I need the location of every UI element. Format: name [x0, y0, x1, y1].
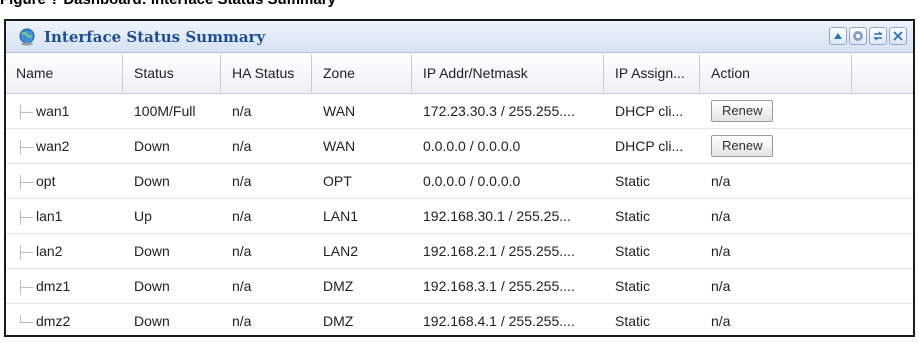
cell-action: n/a	[701, 198, 853, 234]
interface-name: wan2	[36, 138, 70, 154]
cell-ip: 192.168.4.1 / 255.255....	[413, 303, 605, 335]
close-icon[interactable]	[889, 27, 907, 45]
table-row[interactable]: ├─ wan1 100M/Full n/a WAN 172.23.30.3 / 255.2…	[6, 93, 913, 129]
collapse-icon[interactable]	[829, 27, 847, 45]
table-header-row: Name Status HA Status Zone IP Addr/Netma…	[6, 53, 913, 94]
table-row[interactable]: ├─ dmz1 Down n/a DMZ 192.168.3.1 / 255.255...…	[6, 268, 913, 304]
cell-zone: WAN	[313, 128, 413, 164]
cell-filler	[853, 163, 913, 199]
column-header-ip-assign[interactable]: IP Assign...	[605, 53, 701, 94]
interface-status-widget: Interface Status Summary Name Status HA …	[4, 19, 915, 337]
widget-title: Interface Status Summary	[44, 28, 266, 46]
cell-action: Renew	[701, 93, 853, 129]
cell-ha-status: n/a	[222, 268, 313, 304]
cell-filler	[853, 128, 913, 164]
column-header-status[interactable]: Status	[124, 53, 222, 94]
tree-connector-icon: ├─	[16, 175, 34, 189]
cell-name: ├─ wan2	[6, 128, 124, 164]
tree-connector-icon: ├─	[16, 210, 34, 224]
cell-filler	[853, 93, 913, 129]
cell-status: Up	[124, 198, 222, 234]
renew-button[interactable]: Renew	[711, 135, 774, 157]
interface-name: lan1	[36, 208, 63, 224]
column-header-action[interactable]: Action	[701, 53, 853, 94]
cell-status: 100M/Full	[124, 93, 222, 129]
column-header-ha-status[interactable]: HA Status	[222, 53, 313, 94]
cell-ha-status: n/a	[222, 163, 313, 199]
cell-ip: 172.23.30.3 / 255.255....	[413, 93, 605, 129]
cell-action: n/a	[701, 233, 853, 269]
column-header-filler	[853, 53, 913, 94]
column-header-name[interactable]: Name	[6, 53, 124, 94]
cell-name: └─ dmz2	[6, 303, 124, 335]
cell-name: ├─ opt	[6, 163, 124, 199]
interface-name: opt	[36, 173, 56, 189]
interface-table: Name Status HA Status Zone IP Addr/Netma…	[6, 53, 913, 335]
cell-action: n/a	[701, 303, 853, 335]
cell-ip-assign: Static	[605, 233, 701, 269]
cell-status: Down	[124, 163, 222, 199]
cell-filler	[853, 268, 913, 304]
cell-status: Down	[124, 268, 222, 304]
cell-ha-status: n/a	[222, 198, 313, 234]
cell-ha-status: n/a	[222, 233, 313, 269]
cell-ip-assign: Static	[605, 303, 701, 335]
cell-ha-status: n/a	[222, 303, 313, 335]
cell-ip: 192.168.2.1 / 255.255....	[413, 233, 605, 269]
cell-filler	[853, 303, 913, 335]
cell-action: n/a	[701, 268, 853, 304]
cell-ha-status: n/a	[222, 93, 313, 129]
globe-icon	[19, 28, 35, 46]
cell-ip: 192.168.30.1 / 255.25...	[413, 198, 605, 234]
cell-zone: LAN2	[313, 233, 413, 269]
widget-controls	[829, 27, 907, 45]
cell-name: ├─ wan1	[6, 93, 124, 129]
cell-action: Renew	[701, 128, 853, 164]
cell-ip-assign: Static	[605, 163, 701, 199]
cell-zone: OPT	[313, 163, 413, 199]
interface-name: dmz1	[36, 278, 71, 294]
tree-connector-icon: ├─	[16, 140, 34, 154]
table-row[interactable]: ├─ lan1 Up n/a LAN1 192.168.30.1 / 255.25... S…	[6, 198, 913, 234]
column-header-ip[interactable]: IP Addr/Netmask	[413, 53, 605, 94]
cell-ip-assign: Static	[605, 268, 701, 304]
cell-ip: 0.0.0.0 / 0.0.0.0	[413, 128, 605, 164]
table-row[interactable]: ├─ lan2 Down n/a LAN2 192.168.2.1 / 255.255..…	[6, 233, 913, 269]
cell-name: ├─ lan1	[6, 198, 124, 234]
table-row[interactable]: ├─ wan2 Down n/a WAN 0.0.0.0 / 0.0.0.0 DHCP cl…	[6, 128, 913, 164]
cell-ip-assign: DHCP cli...	[605, 128, 701, 164]
cell-filler	[853, 233, 913, 269]
cell-zone: LAN1	[313, 198, 413, 234]
widget-titlebar: Interface Status Summary	[6, 21, 913, 53]
settings-icon[interactable]	[849, 27, 867, 45]
figure-caption: Figure ? Dashboard: Interface Status Sum…	[0, 0, 336, 11]
cell-zone: DMZ	[313, 303, 413, 335]
cell-ip-assign: Static	[605, 198, 701, 234]
cell-name: ├─ lan2	[6, 233, 124, 269]
cell-status: Down	[124, 303, 222, 335]
column-header-zone[interactable]: Zone	[313, 53, 413, 94]
interface-name: wan1	[36, 103, 70, 119]
interface-name: lan2	[36, 243, 63, 259]
table-row[interactable]: └─ dmz2 Down n/a DMZ 192.168.4.1 / 255.255...…	[6, 303, 913, 335]
cell-zone: WAN	[313, 93, 413, 129]
cell-zone: DMZ	[313, 268, 413, 304]
cell-filler	[853, 198, 913, 234]
cell-ip: 0.0.0.0 / 0.0.0.0	[413, 163, 605, 199]
cell-ip: 192.168.3.1 / 255.255....	[413, 268, 605, 304]
tree-connector-icon: └─	[16, 315, 34, 329]
tree-connector-icon: ├─	[16, 105, 34, 119]
refresh-icon[interactable]	[869, 27, 887, 45]
tree-connector-icon: ├─	[16, 280, 34, 294]
cell-action: n/a	[701, 163, 853, 199]
interface-name: dmz2	[36, 313, 71, 329]
renew-button[interactable]: Renew	[711, 100, 774, 122]
cell-status: Down	[124, 233, 222, 269]
table-row[interactable]: ├─ opt Down n/a OPT 0.0.0.0 / 0.0.0.0 Static n/…	[6, 163, 913, 199]
cell-ip-assign: DHCP cli...	[605, 93, 701, 129]
cell-status: Down	[124, 128, 222, 164]
tree-connector-icon: ├─	[16, 245, 34, 259]
cell-name: ├─ dmz1	[6, 268, 124, 304]
cell-ha-status: n/a	[222, 128, 313, 164]
